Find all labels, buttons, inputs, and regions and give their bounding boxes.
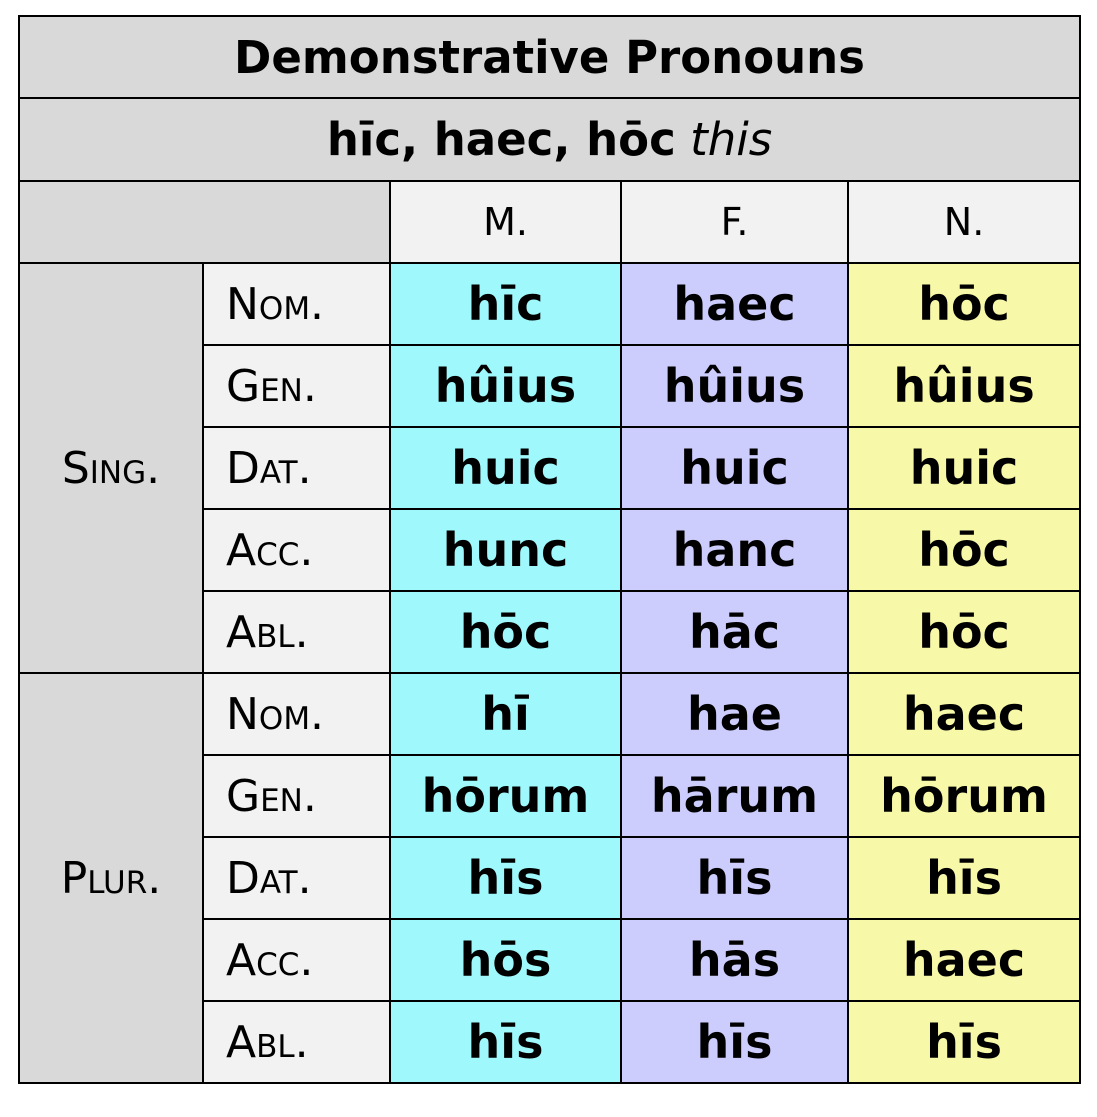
form-feminine: hāc (620, 590, 849, 674)
subtitle-forms: hīc, haec, hōc (326, 113, 676, 166)
form-masculine: hīc (389, 262, 622, 346)
case-label: Dat. (202, 426, 391, 510)
case-label: Nom. (202, 262, 391, 346)
form-feminine: hīs (620, 1000, 849, 1084)
case-label: Acc. (202, 918, 391, 1002)
form-neuter: huic (846, 426, 1082, 510)
gender-header-masculine: M. (389, 180, 622, 264)
form-masculine: hīs (389, 1000, 622, 1084)
form-masculine: hûius (389, 344, 622, 428)
case-label: Gen. (202, 754, 391, 838)
form-neuter: hûius (846, 344, 1082, 428)
form-neuter: hōrum (846, 754, 1082, 838)
declension-table: Demonstrative Pronouns hīc, haec, hōc th… (17, 15, 1082, 1084)
table-body: Sing. Nom. hīc haec hōc Gen. hûius hûius hûius Da… (18, 262, 1082, 1084)
case-label: Abl. (202, 1000, 391, 1084)
form-masculine: hōc (389, 590, 622, 674)
case-label: Dat. (202, 836, 391, 920)
form-neuter: hōc (846, 508, 1082, 592)
form-feminine: hīs (620, 836, 849, 920)
form-neuter: hīs (846, 1000, 1082, 1084)
case-label: Gen. (202, 344, 391, 428)
form-feminine: hûius (620, 344, 849, 428)
gender-header-neuter: N. (846, 180, 1082, 264)
corner-cell (18, 180, 391, 264)
form-feminine: haec (620, 262, 849, 346)
form-feminine: hās (620, 918, 849, 1002)
gender-header-feminine: F. (620, 180, 849, 264)
form-neuter: haec (846, 672, 1082, 756)
form-neuter: haec (846, 918, 1082, 1002)
case-label: Acc. (202, 508, 391, 592)
form-feminine: huic (620, 426, 849, 510)
form-masculine: hōs (389, 918, 622, 1002)
number-label: Plur. (18, 672, 204, 1084)
form-feminine: hanc (620, 508, 849, 592)
form-masculine: hōrum (389, 754, 622, 838)
form-neuter: hīs (846, 836, 1082, 920)
case-label: Abl. (202, 590, 391, 674)
form-masculine: hī (389, 672, 622, 756)
case-label: Nom. (202, 672, 391, 756)
form-masculine: huic (389, 426, 622, 510)
number-label: Sing. (18, 262, 204, 674)
table-subtitle: hīc, haec, hōc this (17, 97, 1082, 182)
form-masculine: hīs (389, 836, 622, 920)
form-feminine: hae (620, 672, 849, 756)
form-neuter: hōc (846, 262, 1082, 346)
form-neuter: hōc (846, 590, 1082, 674)
table-row: Sing. Nom. hīc haec hōc (18, 262, 1082, 674)
table-title: Demonstrative Pronouns (17, 15, 1082, 99)
form-masculine: hunc (389, 508, 622, 592)
subtitle-gloss: this (690, 113, 773, 166)
form-feminine: hārum (620, 754, 849, 838)
table-row: Plur. Nom. hī hae haec (18, 672, 1082, 1084)
